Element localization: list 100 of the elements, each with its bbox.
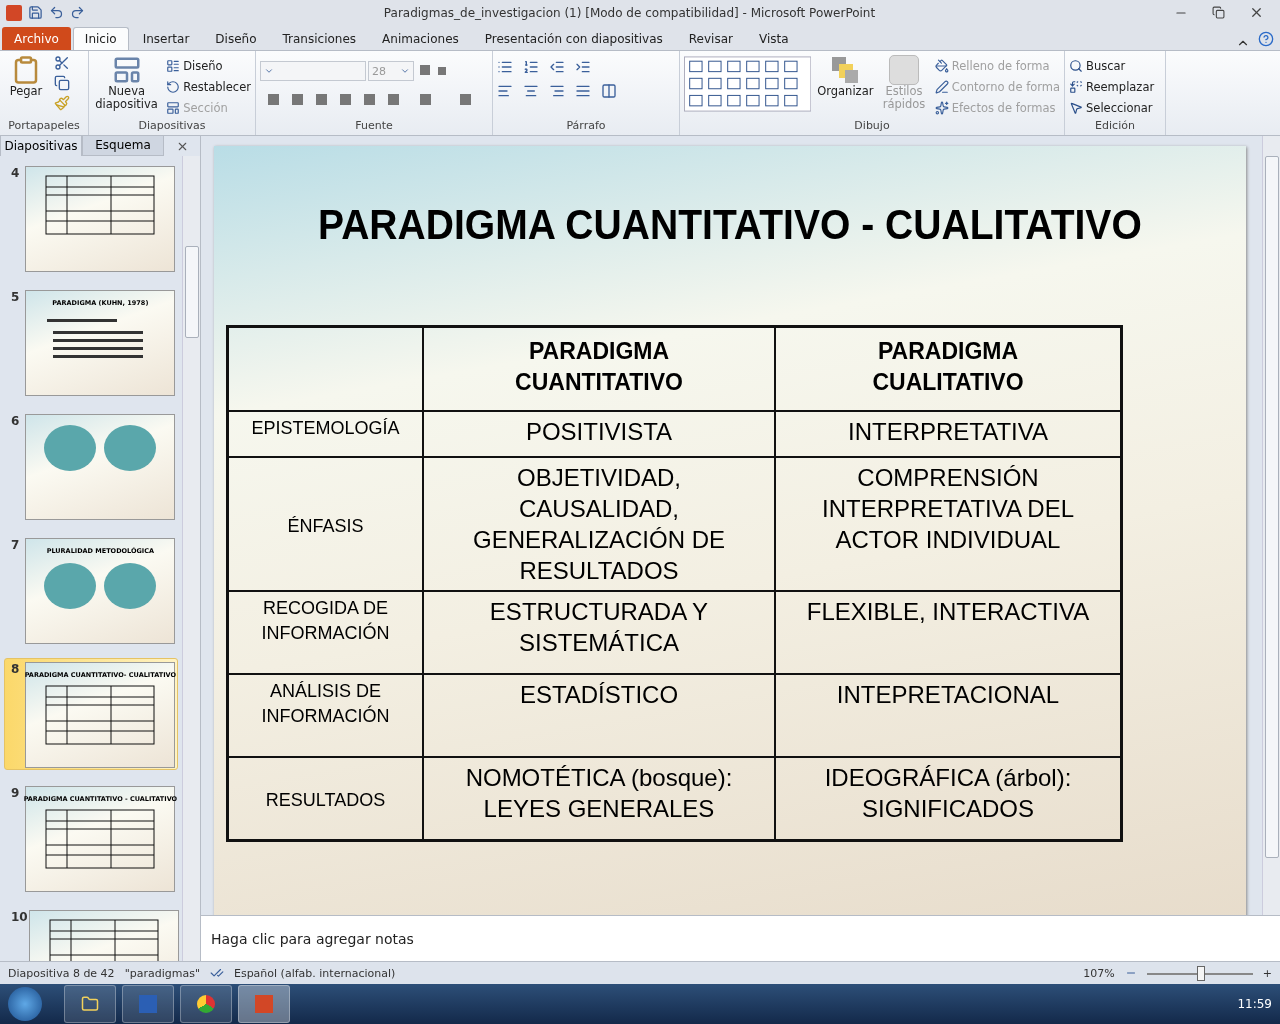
group-label: Diapositivas <box>137 119 207 134</box>
ribbon-tab[interactable]: Archivo <box>2 27 71 50</box>
spellcheck-icon[interactable] <box>209 966 224 980</box>
ribbon-button[interactable]: Seleccionar <box>1069 97 1155 118</box>
pane-tab[interactable]: Diapositivas <box>0 136 82 156</box>
save-icon[interactable] <box>28 5 43 20</box>
window-title: Paradigmas_de_investigacion (1) [Modo de compatibilidad] - Microsoft PowerPoint <box>382 5 877 20</box>
taskbar-button[interactable] <box>180 985 232 1023</box>
align-left-icon <box>497 83 513 99</box>
ribbon-tab[interactable]: Inicio <box>72 27 129 50</box>
slide-number: 7 <box>11 538 20 554</box>
ribbon-button[interactable]: Buscar <box>1069 55 1155 76</box>
slide-thumbnail-row[interactable]: 6 <box>4 410 178 522</box>
ribbon-tab[interactable]: Vista <box>746 27 801 50</box>
slide-thumbnail-row[interactable]: 4 <box>4 162 178 274</box>
ribbon-tab[interactable]: Diseño <box>203 27 269 50</box>
start-button[interactable] <box>8 987 42 1021</box>
group-label: Fuente <box>354 119 394 134</box>
bullets-icon <box>497 59 513 75</box>
slide-number: 5 <box>11 290 20 306</box>
ribbon-button[interactable]: Restablecer <box>166 76 251 97</box>
table-cell: INTERPRETATIVA <box>775 411 1121 457</box>
ribbon-tab[interactable]: Transiciones <box>270 27 369 50</box>
paste-button[interactable]: Pegar <box>4 55 48 119</box>
ribbon-tab[interactable]: Animaciones <box>370 27 471 50</box>
table-cell: INTEPRETACIONAL <box>775 674 1121 757</box>
font-name-field[interactable] <box>260 61 366 81</box>
language-label: Español (alfab. internacional) <box>233 966 396 980</box>
redo-icon[interactable] <box>70 5 85 20</box>
align-right-icon <box>549 83 565 99</box>
scissors-icon <box>54 55 70 71</box>
presentation-app-icon <box>255 995 273 1013</box>
clock: 11:59 <box>1237 997 1272 1011</box>
ribbon-button[interactable]: Diseño <box>166 55 251 76</box>
group-label: Portapapeles <box>7 119 81 134</box>
table-cell: IDEOGRÁFICA (árbol): SIGNIFICADOS <box>775 757 1121 840</box>
style-swatch-icon <box>889 55 919 85</box>
ribbon-item-icon <box>1069 58 1083 73</box>
zoom-percent[interactable]: 107% <box>1083 966 1115 980</box>
arrange-button[interactable]: Organizar <box>817 55 874 119</box>
ribbon-item-icon <box>934 58 949 73</box>
increase-indent-icon <box>575 59 591 75</box>
pane-tab[interactable]: Esquema <box>82 136 164 156</box>
document-app-icon <box>139 995 157 1013</box>
table-cell: COMPRENSIÓN INTERPRETATIVA DEL ACTOR INDIVIDUAL <box>775 457 1121 591</box>
notes-field[interactable]: Haga clic para agregar notas <box>201 915 1280 961</box>
taskbar-button[interactable] <box>122 985 174 1023</box>
taskbar-button[interactable] <box>64 985 116 1023</box>
stacked-squares-icon <box>830 55 861 85</box>
restore-icon[interactable] <box>1212 6 1225 19</box>
table-cell: FLEXIBLE, INTERACTIVA <box>775 591 1121 674</box>
new-slide-button[interactable]: Nueva diapositiva <box>93 55 161 119</box>
ribbon-item-icon <box>934 100 949 115</box>
scrollbar[interactable] <box>1262 136 1280 915</box>
close-icon[interactable] <box>1249 5 1264 20</box>
slide-thumbnail-row[interactable]: 10 <box>4 906 178 961</box>
ribbon-item-icon <box>166 100 181 115</box>
slide-number: 6 <box>11 414 20 430</box>
table-cell: NOMOTÉTICA (bosque): LEYES GENERALES <box>423 757 775 840</box>
ribbon-item-icon <box>166 58 181 73</box>
ribbon-tab[interactable]: Insertar <box>130 27 202 50</box>
justify-icon <box>575 83 591 99</box>
copy-icon <box>54 75 70 91</box>
undo-icon[interactable] <box>49 5 64 20</box>
columns-icon <box>601 83 617 99</box>
table-cell: ESTADÍSTICO <box>423 674 775 757</box>
table-cell: OBJETIVIDAD, CAUSALIDAD, GENERALIZACIÓN DE RESULTADOS <box>423 457 775 591</box>
decrease-indent-icon <box>549 59 565 75</box>
row-header: EPISTEMOLOGÍA <box>228 411 423 457</box>
slide-counter: Diapositiva 8 de 42 <box>8 966 115 980</box>
caret-icon <box>400 66 410 76</box>
ribbon-tab[interactable]: Presentación con diapositivas <box>472 27 675 50</box>
slide-number: 4 <box>11 166 20 182</box>
format-painter-icon <box>54 95 70 111</box>
table-cell: POSITIVISTA <box>423 411 775 457</box>
ribbon-item-icon <box>934 79 949 94</box>
folder-icon <box>81 995 99 1013</box>
browser-icon <box>197 995 215 1013</box>
slide-number: 9 <box>11 786 20 802</box>
ribbon-item-icon <box>1069 79 1083 94</box>
zoom-in-button[interactable]: + <box>1262 966 1272 980</box>
row-header: RECOGIDA DE INFORMACIÓN <box>228 591 423 674</box>
ribbon-button[interactable]: Reemplazar <box>1069 76 1155 97</box>
slide-number: 8 <box>11 662 20 678</box>
ribbon-item-icon <box>1069 100 1083 115</box>
group-label: Edición <box>1094 119 1136 134</box>
column-header: PARADIGMA CUANTITATIVO <box>423 327 775 411</box>
numbering-icon <box>523 59 539 75</box>
group-label: Párrafo <box>565 119 607 134</box>
ribbon-tab[interactable]: Revisar <box>676 27 745 50</box>
row-header: RESULTADOS <box>228 757 423 840</box>
zoom-thumb[interactable] <box>1196 965 1205 981</box>
table-cell: ESTRUCTURADA Y SISTEMÁTICA <box>423 591 775 674</box>
theme-name: "paradigmas" <box>124 966 200 980</box>
help-icon[interactable] <box>1258 31 1274 47</box>
powerpoint-icon <box>6 4 22 21</box>
row-header: ANÁLISIS DE INFORMACIÓN <box>228 674 423 757</box>
column-header: PARADIGMA CUALITATIVO <box>775 327 1121 411</box>
scrollbar[interactable] <box>182 156 200 961</box>
ribbon-item-icon <box>166 79 181 94</box>
